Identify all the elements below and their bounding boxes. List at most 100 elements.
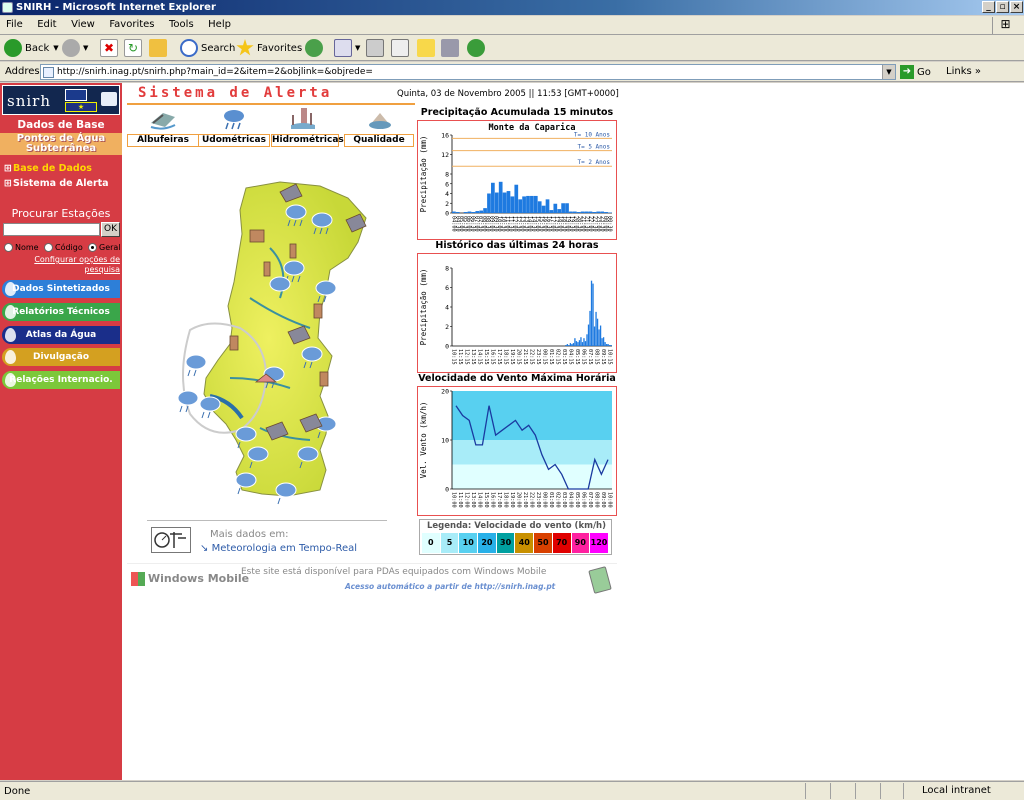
- y-tick-label: 20: [441, 388, 449, 396]
- chart-bar: [569, 211, 573, 213]
- radio-codigo[interactable]: Código: [44, 243, 83, 252]
- address-input[interactable]: http://snirh.inag.pt/snirh.php?main_id=2…: [40, 64, 896, 80]
- x-tick-label: 00:15: [542, 349, 548, 365]
- go-label: Go: [917, 66, 931, 78]
- pontos-de-agua-link[interactable]: Pontos de Água Subterrânea: [0, 133, 122, 155]
- chart-bar: [596, 318, 599, 346]
- atlas-da-agua-button[interactable]: Atlas da Água: [2, 326, 120, 344]
- hydrometric-station-icon[interactable]: [289, 243, 297, 259]
- x-tick-label: 14:00: [477, 492, 483, 508]
- precipitation-15min-chart: Precipitação (mm)02468121604:0004:3005:0…: [419, 122, 613, 232]
- rain-cloud-icon[interactable]: [269, 276, 291, 292]
- relacoes-internacionais-button[interactable]: Relações Internacio.: [2, 371, 120, 389]
- history-button[interactable]: [305, 38, 326, 58]
- rain-cloud-icon[interactable]: [275, 482, 297, 505]
- divulgacao-button[interactable]: Divulgação: [2, 348, 120, 366]
- chart-bar: [569, 343, 572, 346]
- legend-cell: 0: [422, 533, 441, 553]
- chart-bar: [475, 211, 480, 213]
- arrow-icon: ↘: [200, 543, 212, 554]
- messenger-button[interactable]: [467, 38, 488, 58]
- stop-icon: ✖: [100, 39, 118, 57]
- refresh-icon: ↻: [124, 39, 142, 57]
- qualidade-link[interactable]: Qualidade: [344, 107, 414, 147]
- base-de-dados-link[interactable]: ⊞Base de Dados: [4, 163, 92, 174]
- menu-edit[interactable]: Edit: [31, 16, 61, 30]
- window-title: SNIRH - Microsoft Internet Explorer: [16, 2, 216, 13]
- menu-file[interactable]: File: [0, 16, 28, 30]
- relatorios-tecnicos-button[interactable]: Relatórios Técnicos: [2, 303, 120, 321]
- back-button[interactable]: Back ▼: [4, 38, 59, 58]
- hydrometric-station-icon[interactable]: [313, 303, 323, 319]
- threshold-label: T= 2 Anos: [577, 159, 610, 166]
- station-search-input[interactable]: [3, 223, 100, 236]
- hydrometric-station-icon[interactable]: [249, 229, 265, 243]
- y-tick-label: 6: [445, 180, 449, 188]
- chart-bar: [587, 324, 590, 346]
- menu-tools[interactable]: Tools: [163, 16, 199, 30]
- portugal-map[interactable]: [170, 178, 380, 508]
- hydrometric-station-icon[interactable]: [229, 335, 239, 351]
- water-drop-icon: [5, 282, 16, 296]
- chart-bar: [568, 345, 570, 346]
- radio-circle: [44, 243, 53, 252]
- radio-geral[interactable]: Geral: [88, 243, 121, 252]
- ok-button[interactable]: OK: [101, 222, 120, 237]
- sistema-de-alerta-link[interactable]: ⊞Sistema de Alerta: [4, 178, 109, 189]
- stop-button[interactable]: ✖: [100, 38, 121, 58]
- snirh-logo[interactable]: snirh ★: [2, 85, 120, 115]
- x-tick-label: 05:15: [574, 349, 580, 365]
- refresh-button[interactable]: ↻: [124, 38, 145, 58]
- legend-cell: 90: [571, 533, 591, 553]
- chart-bar: [580, 337, 582, 346]
- x-tick-label: 07:00: [587, 492, 593, 508]
- mail-button[interactable]: ▼: [334, 38, 360, 58]
- address-dropdown-button[interactable]: ▼: [882, 65, 895, 79]
- address-label: Address: [5, 66, 45, 77]
- y-axis-label: Precipitação (mm): [419, 136, 428, 213]
- chart-bar: [571, 344, 573, 346]
- x-tick-label: 02:15: [555, 349, 561, 365]
- albufeiras-link[interactable]: Albufeiras: [127, 107, 199, 147]
- x-tick-label: 15:15: [483, 349, 489, 365]
- rain-cloud-icon[interactable]: [315, 280, 337, 303]
- menu-help[interactable]: Help: [202, 16, 236, 30]
- go-button[interactable]: ➜ Go: [900, 64, 931, 80]
- status-divider: [805, 783, 806, 799]
- home-button[interactable]: [149, 38, 170, 58]
- menu-favorites[interactable]: Favorites: [103, 16, 159, 30]
- back-arrow-icon: [4, 39, 22, 57]
- discuss-button[interactable]: [417, 38, 438, 58]
- forward-arrow-icon: [62, 39, 80, 57]
- chart-bar: [605, 344, 608, 346]
- research-button[interactable]: [441, 38, 462, 58]
- chart-bar: [599, 325, 602, 346]
- search-button[interactable]: Search: [180, 38, 235, 58]
- rain-cloud-icon[interactable]: [185, 354, 207, 377]
- close-button[interactable]: ×: [1010, 1, 1023, 13]
- menu-view[interactable]: View: [65, 16, 100, 30]
- x-tick-label: 01:00: [548, 492, 554, 508]
- dados-sintetizados-button[interactable]: Dados Sintetizados: [2, 280, 120, 298]
- links-label: Links: [946, 66, 972, 77]
- chart-bar: [592, 283, 594, 346]
- meteorologia-link[interactable]: ↘ Meteorologia em Tempo-Real: [200, 543, 357, 554]
- hydrometric-station-icon[interactable]: [263, 261, 271, 277]
- favorites-button[interactable]: Favorites: [236, 38, 302, 58]
- udometricas-link[interactable]: Udométricas: [198, 107, 270, 147]
- radio-nome[interactable]: Nome: [4, 243, 39, 252]
- chart-bar: [518, 199, 523, 213]
- water-drop-icon: [5, 305, 16, 319]
- configurar-opcoes-link[interactable]: Configurar opções de pesquisa: [22, 255, 120, 275]
- legend-title: Legenda: Velocidade do vento (km/h): [426, 521, 606, 531]
- print-button[interactable]: [366, 38, 387, 58]
- forward-button[interactable]: ▼: [62, 38, 88, 58]
- browser-window: SNIRH - Microsoft Internet Explorer _ ▫ …: [0, 0, 1024, 800]
- restore-button[interactable]: ▫: [996, 1, 1009, 13]
- hidrometricas-link[interactable]: Hidrométricas: [271, 107, 344, 147]
- hydrometric-station-icon[interactable]: [319, 371, 329, 387]
- edit-button[interactable]: [391, 38, 412, 58]
- minimize-button[interactable]: _: [982, 1, 995, 13]
- links-button[interactable]: Links »: [946, 66, 981, 77]
- windows-mobile-banner[interactable]: Windows Mobile Este site está disponível…: [127, 563, 617, 597]
